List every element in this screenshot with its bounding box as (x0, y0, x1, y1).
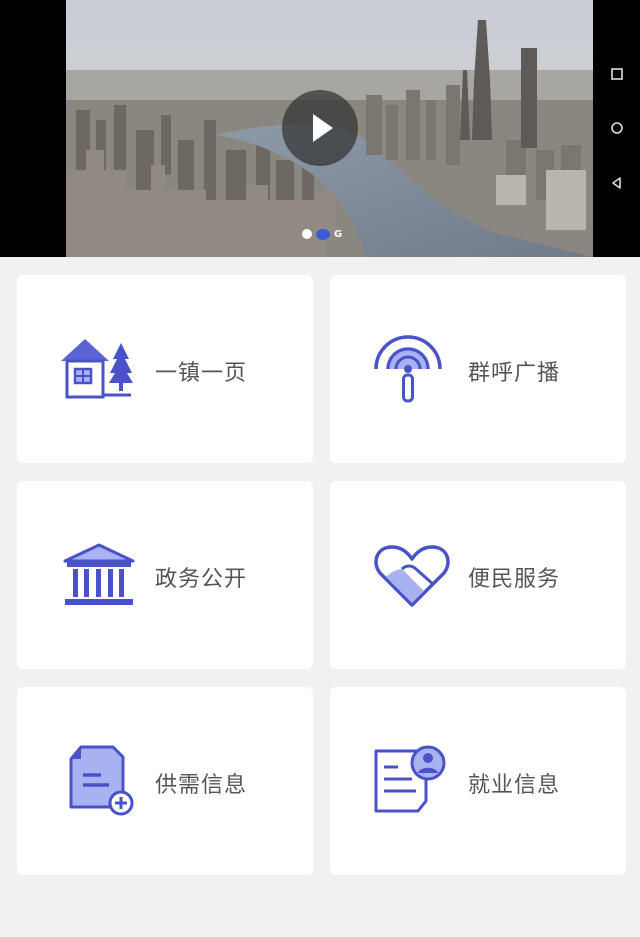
tile-employment-info[interactable]: 就业信息 (330, 687, 626, 875)
government-building-icon (63, 543, 135, 605)
tile-group-broadcast[interactable]: 群呼广播 (330, 275, 626, 463)
resume-user-icon (374, 745, 446, 813)
carousel-dot-active[interactable] (316, 228, 330, 240)
tile-label: 政务公开 (155, 567, 248, 592)
tile-label: 便民服务 (468, 567, 561, 592)
recent-apps-icon[interactable] (610, 67, 624, 81)
back-icon[interactable] (610, 176, 624, 190)
tile-label: 一镇一页 (155, 361, 248, 386)
heart-icon (374, 545, 450, 607)
broadcast-icon (374, 335, 442, 403)
house-tree-icon (61, 339, 133, 399)
video-banner[interactable]: G (66, 0, 593, 257)
tile-supply-demand-info[interactable]: 供需信息 (17, 687, 313, 875)
system-nav-bar (593, 0, 640, 257)
tile-label: 供需信息 (155, 773, 248, 798)
video-banner-area: G (0, 0, 640, 257)
carousel-dot[interactable] (302, 229, 312, 239)
tile-label: 群呼广播 (468, 361, 561, 386)
home-icon[interactable] (610, 121, 624, 135)
tile-label: 就业信息 (468, 773, 561, 798)
tile-government-affairs[interactable]: 政务公开 (17, 481, 313, 669)
carousel-indicator: G (302, 228, 342, 240)
tile-town-page[interactable]: 一镇一页 (17, 275, 313, 463)
carousel-indicator-text: G (334, 228, 343, 240)
play-button[interactable] (282, 90, 358, 166)
play-icon (313, 114, 333, 142)
document-add-icon (69, 745, 134, 816)
tile-convenience-services[interactable]: 便民服务 (330, 481, 626, 669)
